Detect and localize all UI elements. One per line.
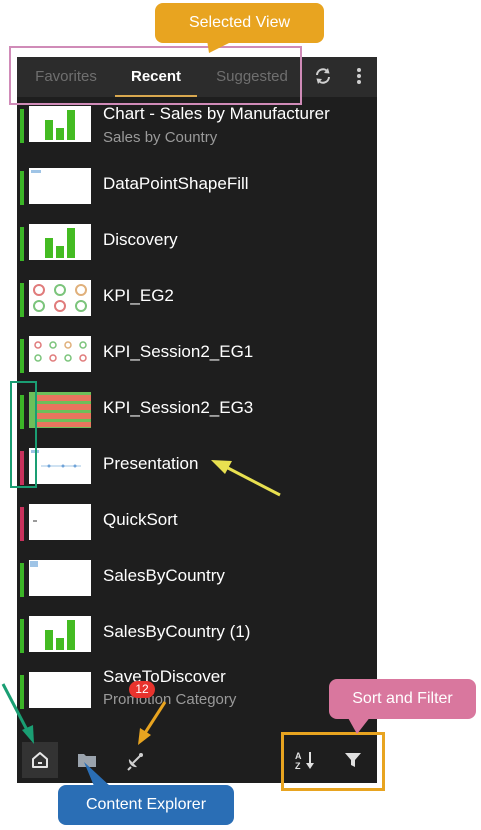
- orange-arrow: [138, 701, 167, 745]
- green-arrow: [1, 683, 34, 744]
- yellow-arrow: [211, 460, 281, 497]
- annotation-arrows: [1, 460, 281, 745]
